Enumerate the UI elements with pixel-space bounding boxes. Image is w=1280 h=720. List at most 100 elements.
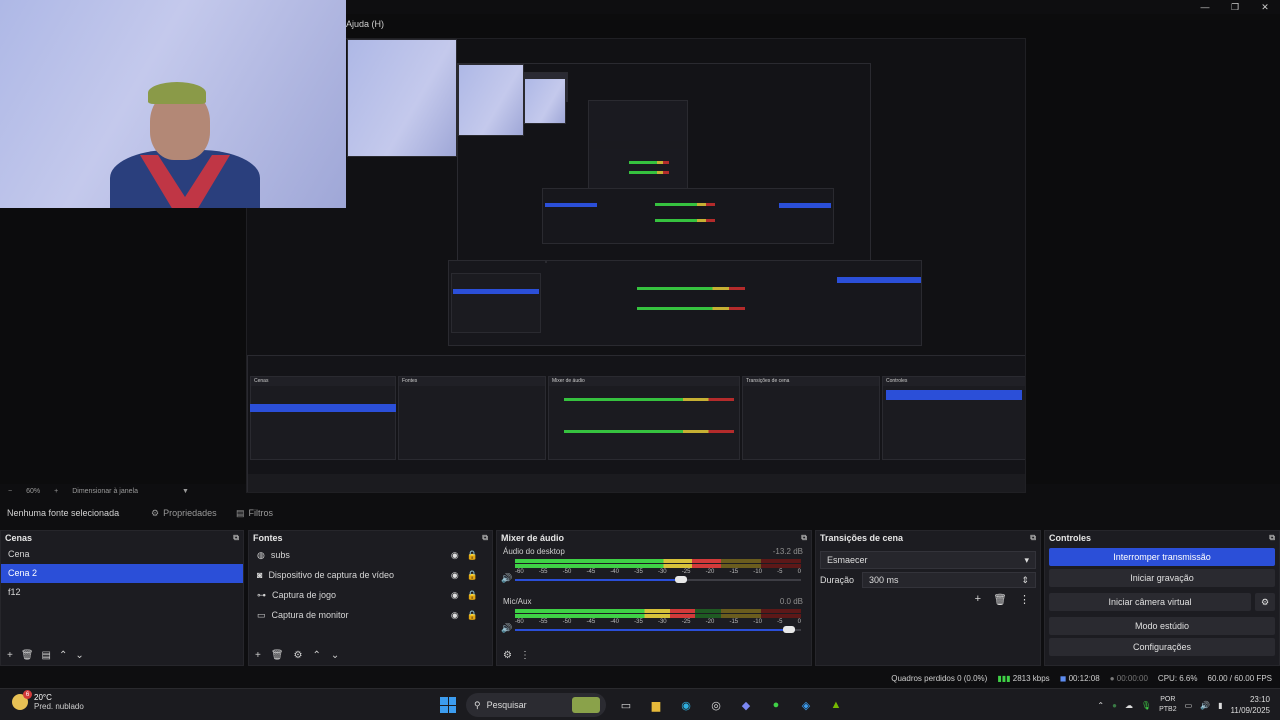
transition-select[interactable]: Esmaecer ▾ (820, 551, 1036, 569)
more-icon[interactable]: ⋮ (1019, 593, 1030, 606)
battery-icon[interactable]: ▮ (1218, 701, 1222, 710)
gear-icon[interactable]: ⚙ (294, 650, 303, 661)
mic-icon[interactable]: 🎙 (1141, 701, 1151, 710)
minimize-button[interactable]: — (1190, 0, 1220, 14)
eye-icon[interactable]: ◉ (451, 570, 459, 581)
stop-stream-button[interactable]: Interromper transmissão (1049, 548, 1275, 566)
weather-widget[interactable]: 6 20°C Pred. nublado (12, 690, 84, 711)
volume-slider[interactable] (515, 626, 801, 633)
duration-value: 300 ms (869, 575, 899, 585)
scenes-dock: Cenas ⧉ Cena Cena 2 f12 + 🗑 ▤ ⌃ ⌄ (0, 530, 244, 666)
filter-icon[interactable]: ▤ (42, 650, 51, 661)
menu-bar: Ajuda (H) (346, 14, 384, 34)
add-icon[interactable]: + (975, 593, 981, 606)
taskbar-search[interactable]: ⚲ Pesquisar (466, 693, 606, 717)
nested-webcam-1 (347, 39, 457, 157)
speaker-icon[interactable]: 🔊 (1200, 701, 1210, 710)
clock[interactable]: 23:10 11/09/2025 (1231, 694, 1270, 716)
trash-icon[interactable]: 🗑 (993, 593, 1007, 606)
settings-button[interactable]: Configurações (1049, 638, 1275, 656)
zoom-in-button[interactable]: + (54, 488, 58, 495)
advanced-audio-icon[interactable]: ⚙ (503, 650, 512, 661)
eye-icon[interactable]: ◉ (451, 550, 459, 561)
obs-icon[interactable]: ◎ (706, 695, 726, 715)
cloud-icon[interactable]: ☁ (1125, 701, 1133, 710)
lock-icon[interactable]: 🔒 (467, 550, 478, 561)
monitor-icon[interactable]: ▭ (1185, 701, 1193, 710)
lock-icon[interactable]: 🔒 (467, 610, 478, 621)
scene-item[interactable]: Cena (1, 545, 243, 564)
menu-help[interactable]: Ajuda (H) (346, 19, 384, 29)
lock-icon[interactable]: 🔒 (467, 570, 478, 581)
meter-tick: -35 (634, 569, 643, 575)
chevron-up-icon[interactable]: ⌃ (313, 650, 321, 661)
maximize-button[interactable]: ❐ (1220, 0, 1250, 14)
source-item[interactable]: ◙ Dispositivo de captura de vídeo ◉ 🔒 (249, 565, 492, 585)
trash-icon[interactable]: 🗑 (21, 650, 34, 661)
source-item[interactable]: ◍ subs ◉ 🔒 (249, 545, 492, 565)
properties-button[interactable]: ⚙ Propriedades (151, 508, 217, 519)
meter-tick: -15 (729, 569, 739, 575)
taskbar-apps: ⚲ Pesquisar ▭ ▆ ◉ ◎ ◆ ● ◈ ▲ (440, 693, 846, 717)
language-indicator[interactable]: POR PTB2 (1159, 695, 1177, 715)
duration-input[interactable]: 300 ms ⇕ (862, 572, 1036, 588)
close-button[interactable]: ✕ (1250, 0, 1280, 14)
popout-icon[interactable]: ⧉ (1269, 533, 1275, 543)
source-item[interactable]: ▭ Captura de monitor ◉ 🔒 (249, 605, 492, 625)
add-icon[interactable]: + (7, 650, 13, 661)
nested-capture-1 (448, 63, 922, 346)
task-view-icon[interactable]: ▭ (616, 695, 636, 715)
file-explorer-icon[interactable]: ▆ (646, 695, 666, 715)
discord-icon[interactable]: ◆ (736, 695, 756, 715)
tray-app-icon[interactable]: ● (1112, 701, 1117, 710)
eye-icon[interactable]: ◉ (451, 590, 459, 601)
chevron-down-icon[interactable]: ▼ (182, 488, 189, 495)
spinner-icon[interactable]: ⇕ (1021, 575, 1029, 586)
browser-app-icon[interactable]: ◈ (796, 695, 816, 715)
level-fill (515, 559, 721, 563)
preview-area[interactable]: Cenas Fontes Mixer de áudio Transições d… (0, 0, 1280, 493)
more-icon[interactable]: ⋮ (520, 650, 530, 661)
popout-icon[interactable]: ⧉ (482, 533, 488, 543)
scene-item[interactable]: Cena 2 (1, 564, 243, 583)
language-code: POR (1160, 696, 1176, 703)
chevron-up-icon[interactable]: ⌃ (59, 650, 67, 661)
keyboard-layout: PTB2 (1159, 706, 1177, 713)
popout-icon[interactable]: ⧉ (1030, 533, 1036, 543)
lock-icon[interactable]: 🔒 (467, 590, 478, 601)
meter-tick: -40 (610, 619, 619, 625)
virtual-camera-settings-button[interactable]: ⚙ (1255, 593, 1275, 611)
chevron-down-icon[interactable]: ⌄ (75, 650, 83, 661)
transition-toolbar: + 🗑 ⋮ (816, 593, 1040, 606)
popout-icon[interactable]: ⧉ (233, 533, 239, 543)
volume-knob[interactable] (783, 626, 796, 633)
windows-start-icon[interactable] (440, 697, 456, 713)
preview-canvas[interactable]: Cenas Fontes Mixer de áudio Transições d… (246, 38, 1026, 493)
volume-slider[interactable] (515, 576, 801, 583)
zoom-out-button[interactable]: − (8, 488, 12, 495)
level-meter (515, 609, 801, 613)
rec-time-value: 00:00:00 (1116, 673, 1148, 683)
virtual-camera-button[interactable]: Iniciar câmera virtual (1049, 593, 1251, 611)
start-record-button[interactable]: Iniciar gravação (1049, 569, 1275, 587)
trash-icon[interactable]: 🗑 (271, 650, 284, 661)
popout-icon[interactable]: ⧉ (801, 533, 807, 543)
speaker-icon[interactable]: 🔊 (501, 623, 512, 634)
studio-mode-button[interactable]: Modo estúdio (1049, 617, 1275, 635)
chevron-down-icon[interactable]: ⌄ (331, 650, 339, 661)
gear-icon: ⚙ (1260, 596, 1270, 607)
eye-icon[interactable]: ◉ (451, 610, 459, 621)
add-icon[interactable]: + (255, 650, 261, 661)
search-icon: ⚲ (474, 699, 481, 710)
filters-button[interactable]: ▤ Filtros (236, 508, 273, 519)
scene-item[interactable]: f12 (1, 583, 243, 602)
nvidia-icon[interactable]: ▲ (826, 695, 846, 715)
speaker-icon[interactable]: 🔊 (501, 573, 512, 584)
volume-knob[interactable] (674, 576, 687, 583)
webcam-source[interactable] (0, 0, 346, 208)
source-item[interactable]: ⊶ Captura de jogo ◉ 🔒 (249, 585, 492, 605)
edge-icon[interactable]: ◉ (676, 695, 696, 715)
spotify-icon[interactable]: ● (766, 695, 786, 715)
meter-tick: -50 (562, 569, 572, 575)
chevron-up-icon[interactable]: ⌃ (1097, 701, 1104, 710)
